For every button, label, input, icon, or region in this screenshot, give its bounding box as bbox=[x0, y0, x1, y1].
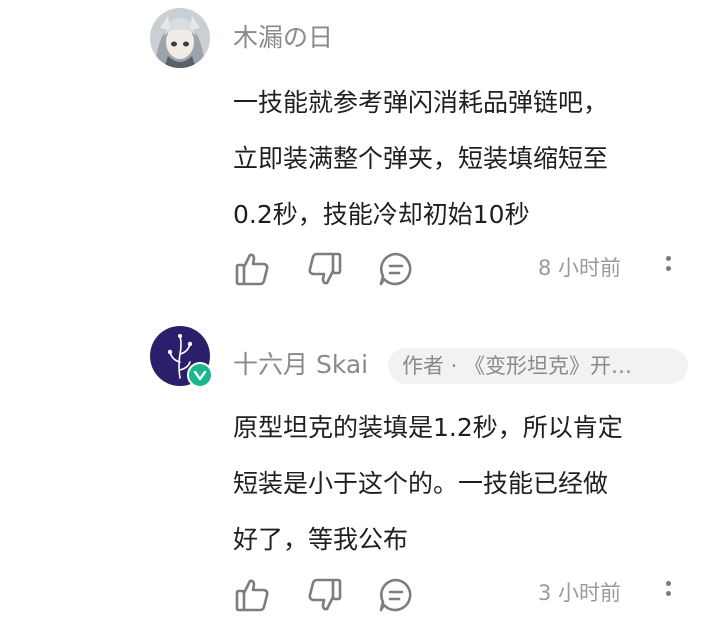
dot bbox=[665, 581, 671, 586]
user-avatar[interactable] bbox=[150, 8, 210, 68]
author-badge[interactable]: 作者 · 《变形坦克》开… bbox=[388, 348, 688, 384]
thumbs-down-icon bbox=[308, 578, 342, 611]
comment-line: 0.2秒，技能冷却初始10秒 bbox=[233, 200, 530, 229]
comment-line: 好了，等我公布 bbox=[233, 525, 409, 554]
dislike-button[interactable] bbox=[304, 575, 344, 615]
comment-timestamp: 8 小时前 bbox=[538, 256, 622, 280]
comment-bubble-icon bbox=[379, 252, 412, 286]
comment-timestamp: 3 小时前 bbox=[538, 581, 622, 605]
comment-line: 原型坦克的装填是1.2秒，所以肯定 bbox=[233, 413, 623, 442]
reply-button[interactable] bbox=[376, 575, 416, 615]
dot bbox=[665, 266, 671, 271]
like-button[interactable] bbox=[233, 249, 273, 289]
anime-girl-avatar-icon bbox=[150, 8, 210, 68]
verified-badge-icon bbox=[187, 362, 213, 388]
thumbs-down-icon bbox=[308, 252, 342, 285]
comment-body: 一技能就参考弹闪消耗品弹链吧， 立即装满整个弹夹，短装填缩短至 0.2秒，技能冷… bbox=[233, 75, 693, 243]
like-button[interactable] bbox=[233, 575, 273, 615]
more-options-button[interactable] bbox=[658, 576, 678, 610]
comment-bubble-icon bbox=[379, 578, 412, 612]
dot bbox=[665, 591, 671, 596]
comment-line: 一技能就参考弹闪消耗品弹链吧， bbox=[233, 88, 609, 117]
comment-body: 原型坦克的装填是1.2秒，所以肯定 短装是小于这个的。一技能已经做 好了，等我公… bbox=[233, 400, 693, 568]
reply-button[interactable] bbox=[376, 249, 416, 289]
comment-username[interactable]: 木漏の日 bbox=[233, 22, 333, 54]
comment-line: 立即装满整个弹夹，短装填缩短至 bbox=[233, 144, 609, 173]
more-options-button[interactable] bbox=[658, 251, 678, 285]
thumbs-up-icon bbox=[235, 253, 269, 286]
thumbs-up-icon bbox=[235, 579, 269, 612]
comment-line: 短装是小于这个的。一技能已经做 bbox=[233, 469, 609, 498]
comment-username[interactable]: 十六月 Skai bbox=[233, 349, 368, 381]
dot bbox=[665, 256, 671, 261]
dislike-button[interactable] bbox=[304, 249, 344, 289]
